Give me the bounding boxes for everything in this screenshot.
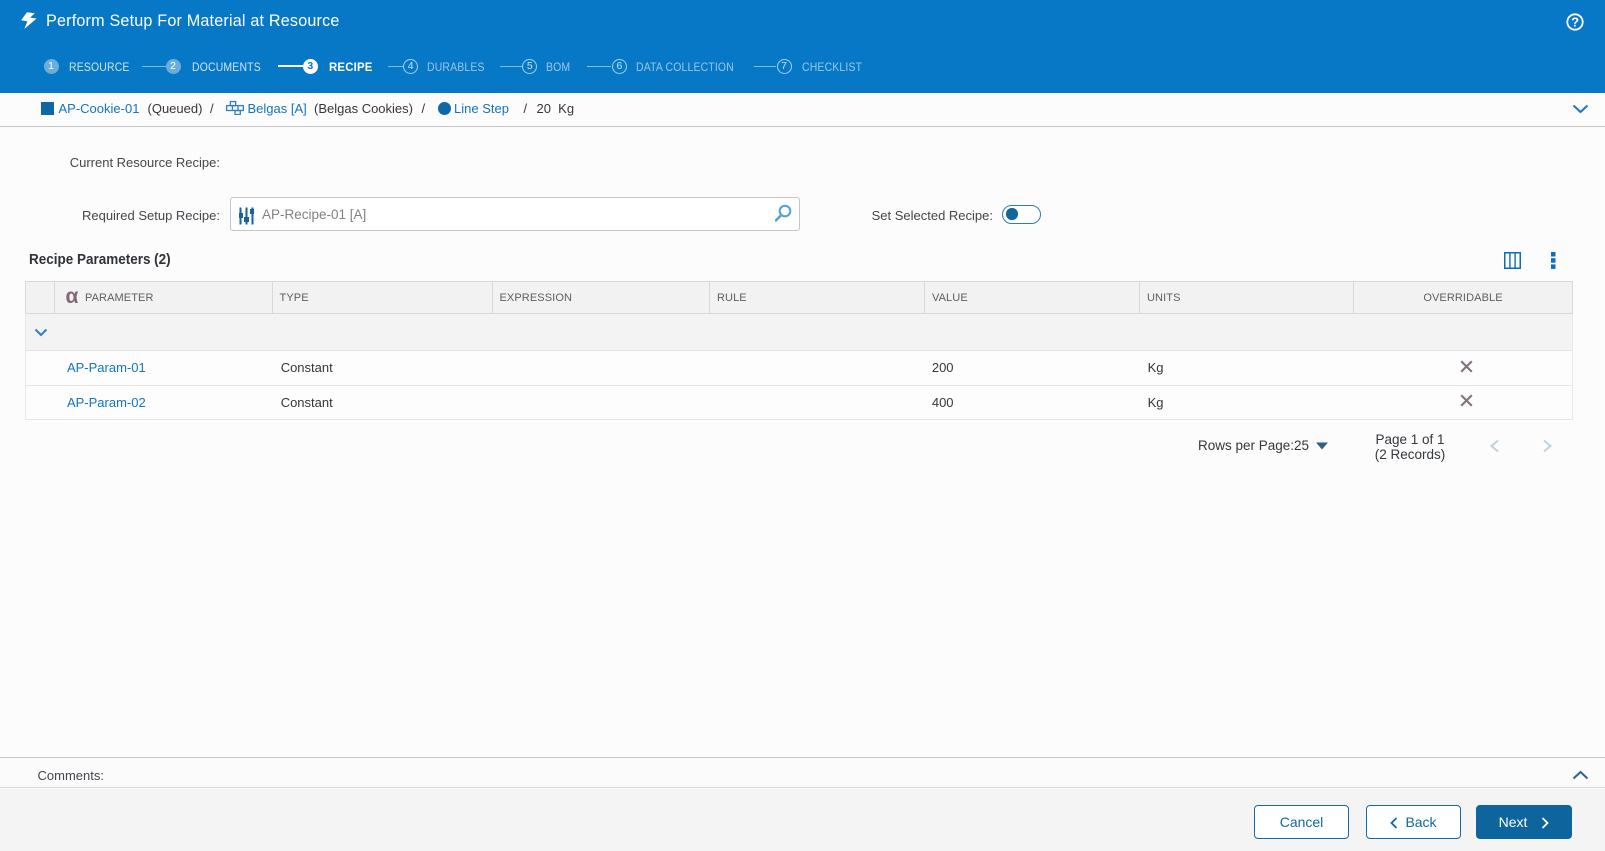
svg-text:α: α <box>66 285 79 308</box>
svg-text:?: ? <box>1571 15 1579 30</box>
